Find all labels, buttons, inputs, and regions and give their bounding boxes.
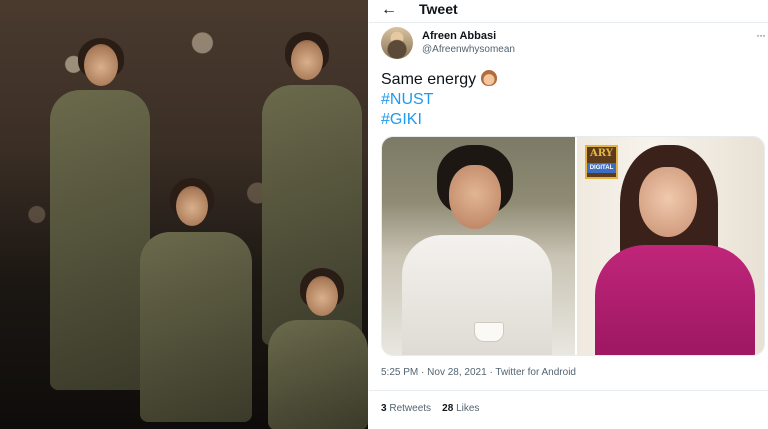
see-no-evil-monkey-icon bbox=[481, 70, 498, 86]
likes-stat[interactable]: 28 Likes bbox=[442, 403, 479, 414]
figure-head bbox=[306, 276, 338, 316]
person-body bbox=[595, 245, 755, 355]
tweet-header: ← Tweet bbox=[369, 0, 768, 22]
tweet-media[interactable]: ARY DIGITAL bbox=[381, 136, 765, 356]
meta-separator: · bbox=[421, 367, 425, 378]
author-handle[interactable]: @Afreenwhysomean bbox=[422, 44, 515, 55]
left-photo bbox=[0, 0, 368, 429]
figure-body bbox=[140, 232, 252, 422]
figure-head bbox=[291, 40, 323, 80]
person-face bbox=[639, 167, 697, 237]
logo-line1: ARY bbox=[590, 148, 613, 159]
figure-body bbox=[268, 320, 368, 429]
tweet-panel: ← Tweet Afreen Abbasi @Afreenwhysomean ·… bbox=[369, 0, 768, 429]
figure-head bbox=[176, 186, 208, 226]
tweet-text-body: Same energy bbox=[381, 71, 477, 88]
ary-digital-logo: ARY DIGITAL bbox=[585, 145, 618, 179]
tweet-date[interactable]: Nov 28, 2021 bbox=[427, 367, 487, 378]
tweet-source[interactable]: Twitter for Android bbox=[495, 367, 576, 378]
avatar[interactable] bbox=[381, 27, 413, 59]
more-options-icon[interactable]: ··· bbox=[756, 28, 766, 42]
person-face bbox=[449, 165, 501, 229]
media-image-right[interactable]: ARY DIGITAL bbox=[577, 137, 764, 355]
likes-count: 28 bbox=[442, 403, 454, 414]
figure-head bbox=[84, 44, 118, 86]
author-name[interactable]: Afreen Abbasi bbox=[422, 30, 496, 42]
header-divider bbox=[369, 22, 768, 23]
tweet-text: Same energy bbox=[381, 70, 498, 90]
hashtag-link[interactable]: #GIKI bbox=[381, 110, 422, 130]
back-arrow-icon[interactable]: ← bbox=[381, 1, 397, 19]
hashtag-link[interactable]: #NUST bbox=[381, 90, 433, 110]
media-image-left[interactable] bbox=[382, 137, 575, 355]
retweets-label: Retweets bbox=[389, 403, 432, 414]
retweets-stat[interactable]: 3 Retweets bbox=[381, 403, 431, 414]
meta-separator: · bbox=[489, 367, 493, 378]
logo-line2: DIGITAL bbox=[587, 163, 616, 173]
meta-divider bbox=[369, 390, 768, 391]
teacup bbox=[474, 322, 504, 342]
tweet-meta: 5:25 PM · Nov 28, 2021 · Twitter for And… bbox=[381, 367, 576, 378]
figure-body bbox=[50, 90, 150, 390]
tweet-stats: 3 Retweets 28 Likes bbox=[381, 403, 479, 414]
tweet-time[interactable]: 5:25 PM bbox=[381, 367, 418, 378]
page-title: Tweet bbox=[419, 1, 458, 17]
retweets-count: 3 bbox=[381, 403, 387, 414]
likes-label: Likes bbox=[456, 403, 480, 414]
